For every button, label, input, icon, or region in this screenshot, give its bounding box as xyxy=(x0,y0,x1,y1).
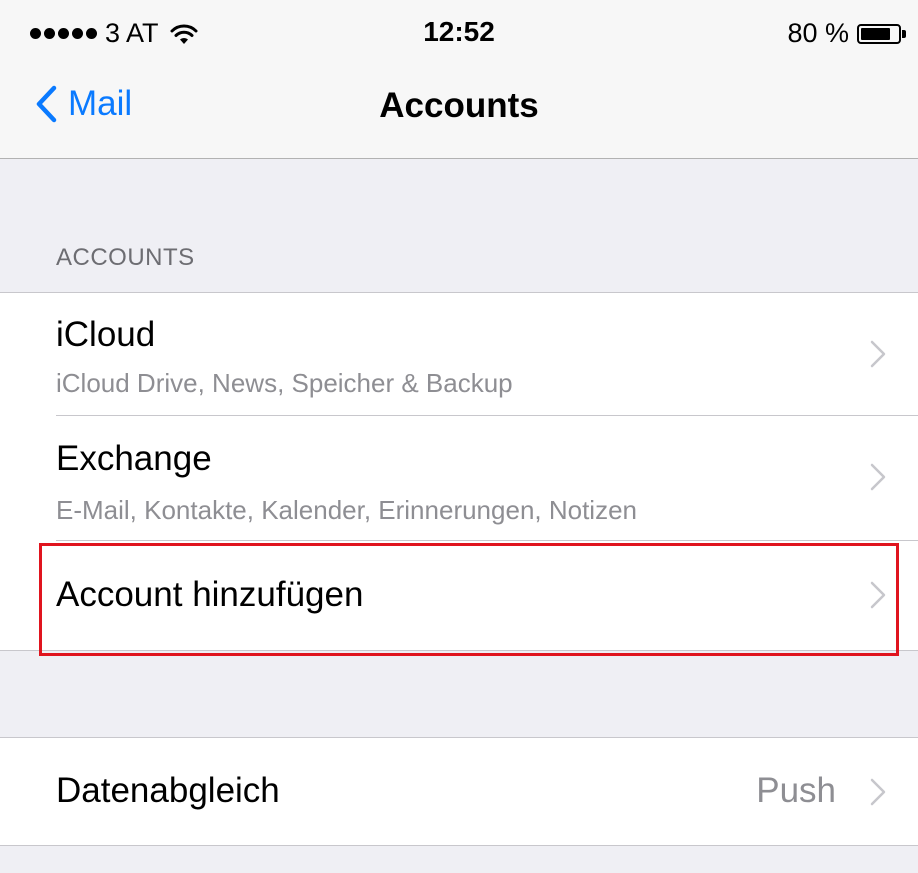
chevron-right-icon xyxy=(870,778,886,806)
fetch-label: Datenabgleich xyxy=(56,771,280,810)
account-row-exchange[interactable]: Exchange E-Mail, Kontakte, Kalender, Eri… xyxy=(0,415,918,540)
navigation-bar: Mail Accounts xyxy=(0,62,918,159)
fetch-new-data-row[interactable]: Datenabgleich Push xyxy=(0,738,918,845)
account-title: Exchange xyxy=(56,439,212,478)
account-row-icloud[interactable]: iCloud iCloud Drive, News, Speicher & Ba… xyxy=(0,293,918,415)
add-account-row[interactable]: Account hinzufügen xyxy=(0,540,918,650)
chevron-right-icon xyxy=(870,463,886,491)
chevron-right-icon xyxy=(870,581,886,609)
chevron-right-icon xyxy=(870,340,886,368)
fetch-value: Push xyxy=(756,771,836,810)
add-account-label: Account hinzufügen xyxy=(56,575,364,614)
battery-tip xyxy=(902,29,906,38)
status-time: 12:52 xyxy=(423,16,495,47)
accounts-list: iCloud iCloud Drive, News, Speicher & Ba… xyxy=(0,292,918,651)
status-bar: 3 AT 12:52 80 % xyxy=(0,0,918,62)
account-title: iCloud xyxy=(56,315,156,354)
page-title: Accounts xyxy=(379,86,539,125)
account-subtitle: E-Mail, Kontakte, Kalender, Erinnerungen… xyxy=(56,495,638,525)
section-header-accounts: ACCOUNTS xyxy=(56,244,195,271)
battery-icon xyxy=(857,23,901,44)
battery-fill xyxy=(861,27,890,40)
fetch-settings-list: Datenabgleich Push xyxy=(0,737,918,846)
status-right: 80 % xyxy=(787,18,906,49)
account-subtitle: iCloud Drive, News, Speicher & Backup xyxy=(56,368,513,398)
battery-percentage: 80 % xyxy=(787,18,849,48)
